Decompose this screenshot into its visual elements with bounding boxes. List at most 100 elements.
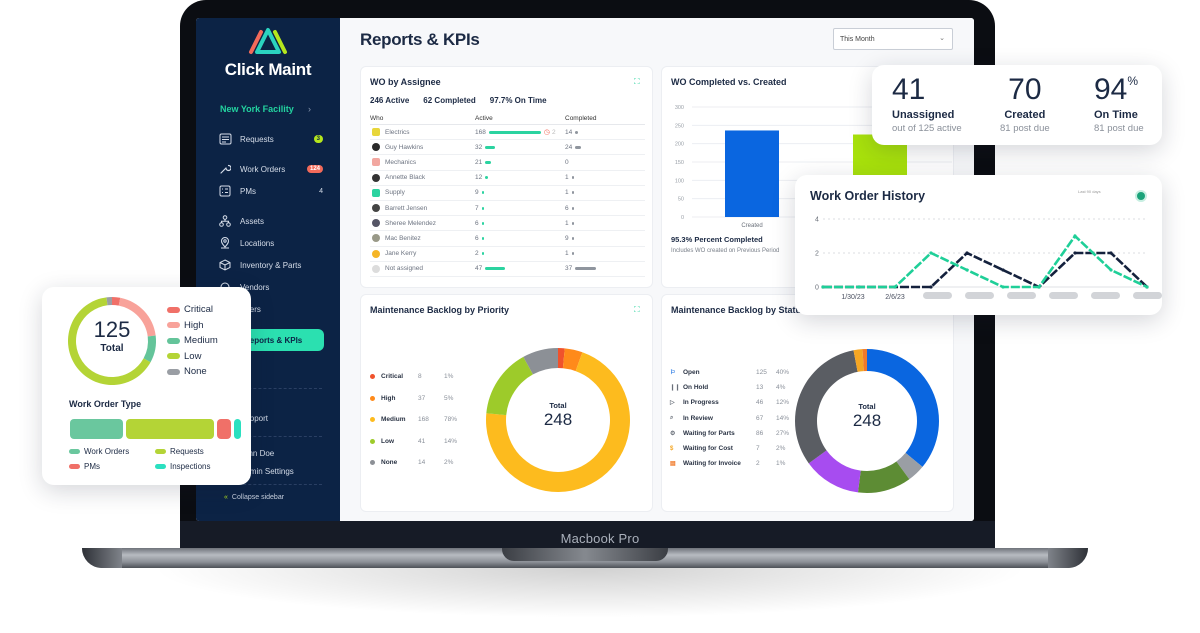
legend-item[interactable]: $ Waiting for Cost 7 2% [670, 445, 790, 452]
legend-label: None [381, 459, 398, 466]
sidebar-item-locations[interactable]: Locations [218, 236, 323, 250]
legend-label: High [381, 394, 396, 402]
table-row[interactable]: Guy Hawkins 32 24 [370, 140, 645, 156]
kpi-sub: 81 post due [1000, 123, 1050, 134]
table-row[interactable]: Electrics 168 ◷ 2 14 [370, 125, 645, 141]
sidebar-item-label: Locations [240, 238, 275, 248]
legend-item[interactable]: ▷ In Progress 46 12% [670, 399, 790, 406]
legend-item[interactable]: ⚙ Waiting for Parts 86 27% [670, 430, 790, 437]
data-point[interactable] [1001, 268, 1005, 272]
sidebar-item-assets[interactable]: Assets [218, 214, 323, 228]
assignee-name: Barrett Jensen [385, 204, 428, 212]
assignee-name: Annette Black [385, 174, 426, 182]
legend-item[interactable]: High 37 5% [370, 395, 480, 402]
type-segment-pms[interactable] [216, 419, 231, 439]
legend-percent: 2% [776, 445, 786, 452]
legend-item[interactable]: Medium [167, 335, 218, 346]
legend-swatch [167, 353, 180, 359]
legend-item[interactable]: Critical 8 1% [370, 373, 480, 380]
completed-bar [571, 252, 574, 256]
status-donut-center: Total 248 [793, 402, 941, 431]
data-point[interactable] [857, 285, 861, 289]
legend-item[interactable]: High [167, 320, 204, 331]
collapse-sidebar-button[interactable]: «Collapse sidebar [224, 494, 284, 501]
completed-bar [575, 130, 579, 134]
legend-swatch [167, 368, 180, 375]
legend-item[interactable]: PMs [69, 462, 100, 471]
completed-bar [571, 221, 574, 225]
data-point[interactable] [1073, 234, 1077, 238]
data-point[interactable] [1109, 268, 1113, 272]
column-header-active[interactable]: Active [475, 115, 565, 122]
table-row[interactable]: Mac Benitez 6 9 [370, 231, 645, 247]
cell-active: 21 [475, 159, 565, 166]
legend-item[interactable]: None [167, 366, 207, 377]
column-header-completed[interactable]: Completed [565, 115, 645, 122]
chevron-right-icon[interactable]: › [308, 104, 311, 114]
sidebar-item-pms[interactable]: PMs 4 [218, 184, 323, 198]
data-point[interactable] [1145, 285, 1149, 289]
cell-active: 9 [475, 189, 565, 196]
legend-item[interactable]: Critical [167, 304, 213, 315]
data-point[interactable] [965, 268, 969, 272]
legend-item[interactable]: ⚐ Open 125 40% [670, 369, 790, 376]
page-title: Reports & KPIs [360, 30, 480, 49]
type-segment-requests[interactable] [125, 419, 214, 439]
legend-item[interactable]: Medium 168 78% [370, 416, 480, 423]
expand-icon[interactable]: ⛶ [634, 77, 643, 86]
work-orders-count-badge: 124 [306, 165, 323, 173]
data-point[interactable] [821, 285, 825, 289]
sidebar-item-label: Inventory & Parts [240, 260, 302, 270]
data-point[interactable] [1073, 251, 1077, 255]
avatar [372, 188, 380, 197]
location-pin-icon [218, 236, 232, 250]
table-row[interactable]: Barrett Jensen 7 6 [370, 201, 645, 217]
data-point[interactable] [893, 285, 897, 289]
bar-created[interactable] [725, 130, 779, 217]
column-header-who[interactable]: Who [370, 115, 475, 122]
type-segment-work-orders[interactable] [70, 419, 123, 439]
legend-percent: 14% [444, 437, 458, 445]
legend-item[interactable]: Low 41 14% [370, 438, 480, 445]
completed-count: 6 [565, 204, 569, 212]
data-point[interactable] [929, 251, 933, 255]
data-point[interactable] [1001, 285, 1005, 289]
work-order-history-chart: 0 2 4 1/30/23 2/6/23 [815, 217, 1162, 301]
legend-item[interactable]: Work Orders [69, 447, 129, 456]
sidebar-item-inventory[interactable]: Inventory & Parts [218, 258, 323, 272]
expand-icon[interactable]: ⛶ [634, 305, 643, 314]
status-indicator-icon[interactable] [1137, 192, 1145, 200]
sidebar-item-work-orders[interactable]: Work Orders 124 [218, 162, 323, 176]
legend-item[interactable]: ▤ Waiting for Invoice 2 1% [670, 460, 790, 467]
legend-item[interactable]: ⌕ In Review 67 14% [670, 415, 790, 422]
table-row[interactable]: Sheree Melendez 6 1 [370, 216, 645, 232]
brand-logo[interactable]: Click Maint [196, 26, 340, 80]
active-count: 2 [475, 250, 479, 258]
legend-item[interactable]: Requests [155, 447, 204, 456]
table-row[interactable]: Supply 9 1 [370, 186, 645, 201]
legend-label: On Hold [683, 384, 709, 392]
data-point[interactable] [929, 285, 933, 289]
table-row[interactable]: Jane Kerry 2 1 [370, 247, 645, 262]
sidebar-item-requests[interactable]: Requests 3 [218, 132, 323, 146]
legend-item[interactable]: Low [167, 351, 201, 362]
avatar [372, 158, 380, 167]
table-row[interactable]: Annette Black 12 1 [370, 171, 645, 186]
legend-item[interactable]: None 14 2% [370, 459, 480, 466]
period-select[interactable]: This Month ⌄ [833, 28, 953, 50]
legend-item[interactable]: Inspections [155, 462, 210, 471]
x-tick-label-placeholder [1091, 292, 1120, 299]
overdue-count: 2 [551, 128, 556, 136]
table-row[interactable]: Not assigned 47 37 [370, 262, 645, 277]
type-segment-inspections[interactable] [234, 419, 241, 439]
data-point[interactable] [1037, 285, 1041, 289]
facility-selector[interactable]: New York Facility [220, 104, 294, 114]
data-point[interactable] [965, 251, 969, 255]
legend-percent: 5% [444, 394, 454, 402]
data-point[interactable] [1109, 251, 1113, 255]
x-tick-label: 2/6/23 [885, 294, 905, 301]
table-row[interactable]: Mechanics 21 0 [370, 155, 645, 171]
wrench-icon [218, 162, 232, 176]
cell-completed: 1 [565, 250, 645, 257]
legend-item[interactable]: ❙❙ On Hold 13 4% [670, 384, 790, 391]
